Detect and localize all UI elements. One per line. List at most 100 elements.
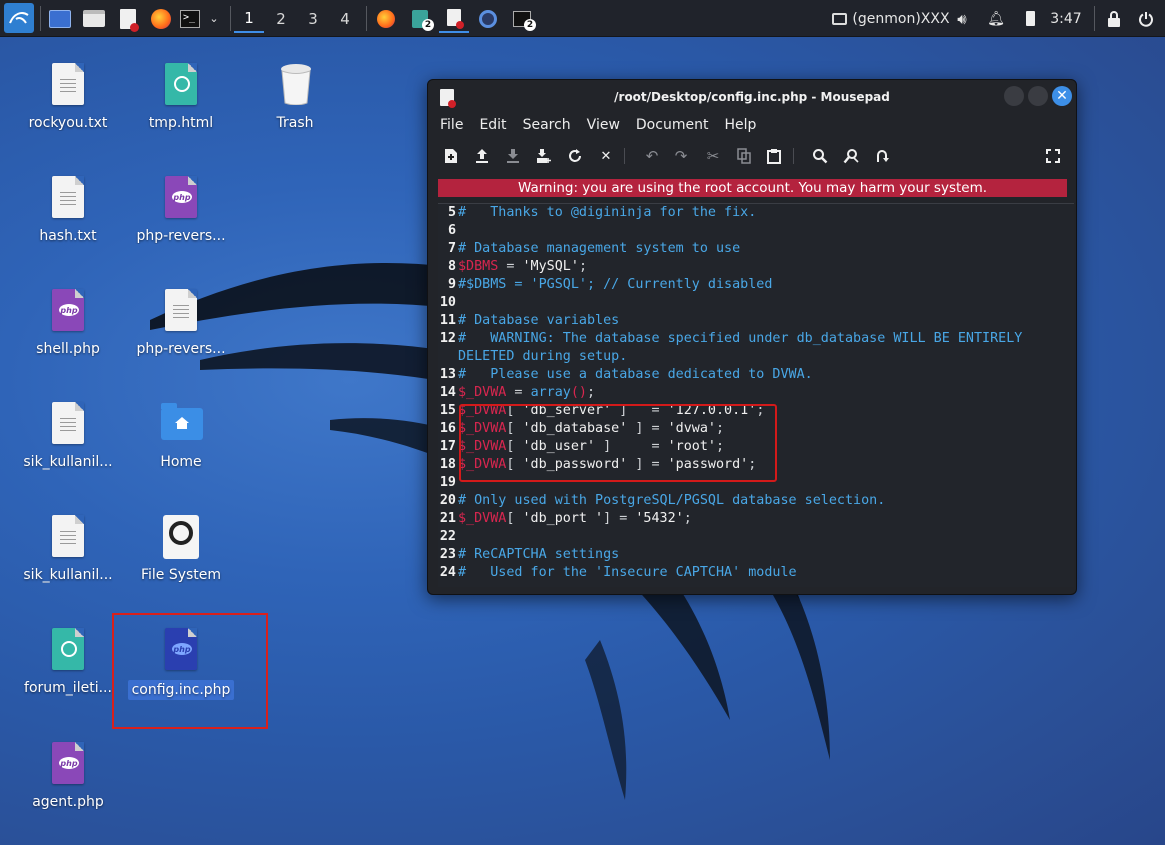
task-editor-group[interactable]: 2 bbox=[405, 4, 435, 33]
redo-icon[interactable]: ↷ bbox=[670, 145, 692, 167]
desktop-icon-label: php-revers... bbox=[136, 228, 226, 244]
kali-menu-icon[interactable] bbox=[4, 3, 34, 33]
go-to-line-icon[interactable] bbox=[871, 145, 893, 167]
reload-icon[interactable] bbox=[564, 145, 586, 167]
desktop-icon-trash[interactable]: Trash bbox=[240, 63, 350, 131]
task-mousepad[interactable] bbox=[439, 4, 469, 33]
copy-icon[interactable] bbox=[733, 145, 755, 167]
panel-separator bbox=[40, 6, 41, 31]
firefox-icon[interactable] bbox=[146, 4, 176, 33]
close-button[interactable]: ✕ bbox=[1052, 86, 1072, 106]
desktop-icon-shell-php[interactable]: php shell.php bbox=[13, 289, 123, 357]
menu-document[interactable]: Document bbox=[636, 117, 709, 133]
toolbar-separator bbox=[624, 148, 625, 164]
highlight-box-icon bbox=[112, 613, 268, 729]
line-number: 10 bbox=[439, 295, 456, 310]
desktop-icon-tmp-html[interactable]: tmp.html bbox=[126, 63, 236, 131]
cut-icon[interactable]: ✂ bbox=[702, 145, 724, 167]
clock[interactable]: 3:47 bbox=[1048, 4, 1084, 33]
battery-icon[interactable] bbox=[1020, 4, 1040, 33]
menu-edit[interactable]: Edit bbox=[479, 117, 506, 133]
code-editor[interactable]: 5 # Thanks to @digininja for the fix. 6 7 # … bbox=[438, 203, 1074, 587]
search-icon[interactable] bbox=[809, 145, 831, 167]
genmon-label[interactable]: (genmon)XXX bbox=[852, 4, 949, 33]
line-number: 14 bbox=[439, 385, 456, 400]
desktop-icon-file-system[interactable]: File System bbox=[126, 515, 236, 583]
code-line: 13 # Please use a database dedicated to D… bbox=[438, 366, 813, 384]
save-icon[interactable] bbox=[502, 145, 524, 167]
desktop-icon-home[interactable]: Home bbox=[126, 402, 236, 470]
workspace-4[interactable]: 4 bbox=[330, 4, 360, 33]
code-token: # Only used with PostgreSQL/PGSQL databa… bbox=[458, 493, 886, 508]
php-file-icon: php bbox=[48, 742, 88, 788]
desktop-icon-php-reverse-1[interactable]: php php-revers... bbox=[126, 176, 236, 244]
text-file-icon bbox=[48, 63, 88, 109]
code-line: 11 # Database variables bbox=[438, 312, 619, 330]
maximize-button[interactable] bbox=[1028, 86, 1048, 106]
lock-icon[interactable] bbox=[1104, 4, 1124, 33]
panel-separator bbox=[230, 6, 231, 31]
show-desktop-icon[interactable] bbox=[45, 4, 75, 33]
desktop-icon-hash[interactable]: hash.txt bbox=[13, 176, 123, 244]
speaker-icon[interactable]: 🔊︎ bbox=[951, 4, 973, 33]
task-count-badge: 2 bbox=[422, 19, 434, 31]
panel-separator bbox=[1094, 6, 1095, 31]
line-number: 17 bbox=[439, 439, 456, 454]
power-icon[interactable] bbox=[1136, 4, 1156, 33]
chevron-down-icon[interactable]: ⌄ bbox=[204, 4, 224, 33]
desktop-icon-php-reverse-2[interactable]: php-revers... bbox=[126, 289, 236, 357]
bell-icon[interactable]: 🔔︎ bbox=[986, 4, 1006, 33]
code-token: = bbox=[506, 385, 531, 400]
desktop-icon-label: agent.php bbox=[32, 794, 104, 810]
desktop-icon-forum[interactable]: forum_ileti... bbox=[13, 628, 123, 696]
menu-view[interactable]: View bbox=[587, 117, 620, 133]
workspace-2[interactable]: 2 bbox=[266, 4, 296, 33]
task-terminal-group[interactable]: 2 bbox=[507, 4, 537, 33]
files-icon[interactable] bbox=[79, 4, 109, 33]
window-titlebar[interactable]: /root/Desktop/config.inc.php - Mousepad … bbox=[428, 80, 1076, 113]
code-token: # Please use a database dedicated to DVW… bbox=[458, 367, 813, 382]
task-browser[interactable] bbox=[473, 4, 503, 33]
line-number: 5 bbox=[447, 205, 456, 220]
desktop-icon-label: tmp.html bbox=[148, 115, 214, 131]
paste-icon[interactable] bbox=[763, 145, 785, 167]
menu-search[interactable]: Search bbox=[523, 117, 571, 133]
terminal-icon[interactable]: >_ bbox=[180, 4, 200, 33]
task-firefox[interactable] bbox=[371, 4, 401, 33]
menu-help[interactable]: Help bbox=[724, 117, 756, 133]
code-token: ; bbox=[587, 385, 596, 400]
code-token: # Database variables bbox=[458, 313, 620, 328]
code-line: 22 bbox=[438, 528, 458, 546]
code-token: $_DVWA bbox=[458, 385, 507, 400]
panel-separator bbox=[366, 6, 367, 31]
window-title: /root/Desktop/config.inc.php - Mousepad bbox=[614, 89, 890, 104]
mousepad-icon bbox=[440, 89, 456, 108]
desktop-icon-sik-kullanilan-2[interactable]: sik_kullanil... bbox=[13, 515, 123, 583]
browser-icon bbox=[479, 9, 497, 28]
home-folder-icon bbox=[161, 402, 203, 448]
desktop-icon-label: forum_ileti... bbox=[24, 680, 112, 696]
code-token: # WARNING: The database specified under … bbox=[458, 331, 1023, 346]
minimize-button[interactable] bbox=[1004, 86, 1024, 106]
desktop-icon-sik-kullanilan-1[interactable]: sik_kullanil... bbox=[13, 402, 123, 470]
close-document-icon[interactable]: ✕ bbox=[595, 145, 617, 167]
code-line: 20 # Only used with PostgreSQL/PGSQL data… bbox=[438, 492, 885, 510]
code-line: 19 bbox=[438, 474, 458, 492]
undo-icon[interactable]: ↶ bbox=[641, 145, 663, 167]
desktop-icon-agent-php[interactable]: php agent.php bbox=[13, 742, 123, 810]
fullscreen-icon[interactable] bbox=[1042, 145, 1064, 167]
code-line: 8 $DBMS = 'MySQL'; bbox=[438, 258, 587, 276]
workspace-1[interactable]: 1 bbox=[234, 4, 264, 33]
line-number: 12 bbox=[439, 331, 456, 346]
new-document-icon[interactable] bbox=[440, 145, 462, 167]
desktop-icon-rockyou[interactable]: rockyou.txt bbox=[13, 63, 123, 131]
mousepad-window: /root/Desktop/config.inc.php - Mousepad … bbox=[427, 79, 1077, 595]
open-icon[interactable] bbox=[471, 145, 493, 167]
line-number: 8 bbox=[447, 259, 456, 274]
menu-file[interactable]: File bbox=[440, 117, 463, 133]
mousepad-icon[interactable] bbox=[113, 4, 143, 33]
workspace-3[interactable]: 3 bbox=[298, 4, 328, 33]
code-token: # ReCAPTCHA settings bbox=[458, 547, 620, 562]
find-replace-icon[interactable] bbox=[840, 145, 862, 167]
save-as-icon[interactable] bbox=[533, 145, 555, 167]
